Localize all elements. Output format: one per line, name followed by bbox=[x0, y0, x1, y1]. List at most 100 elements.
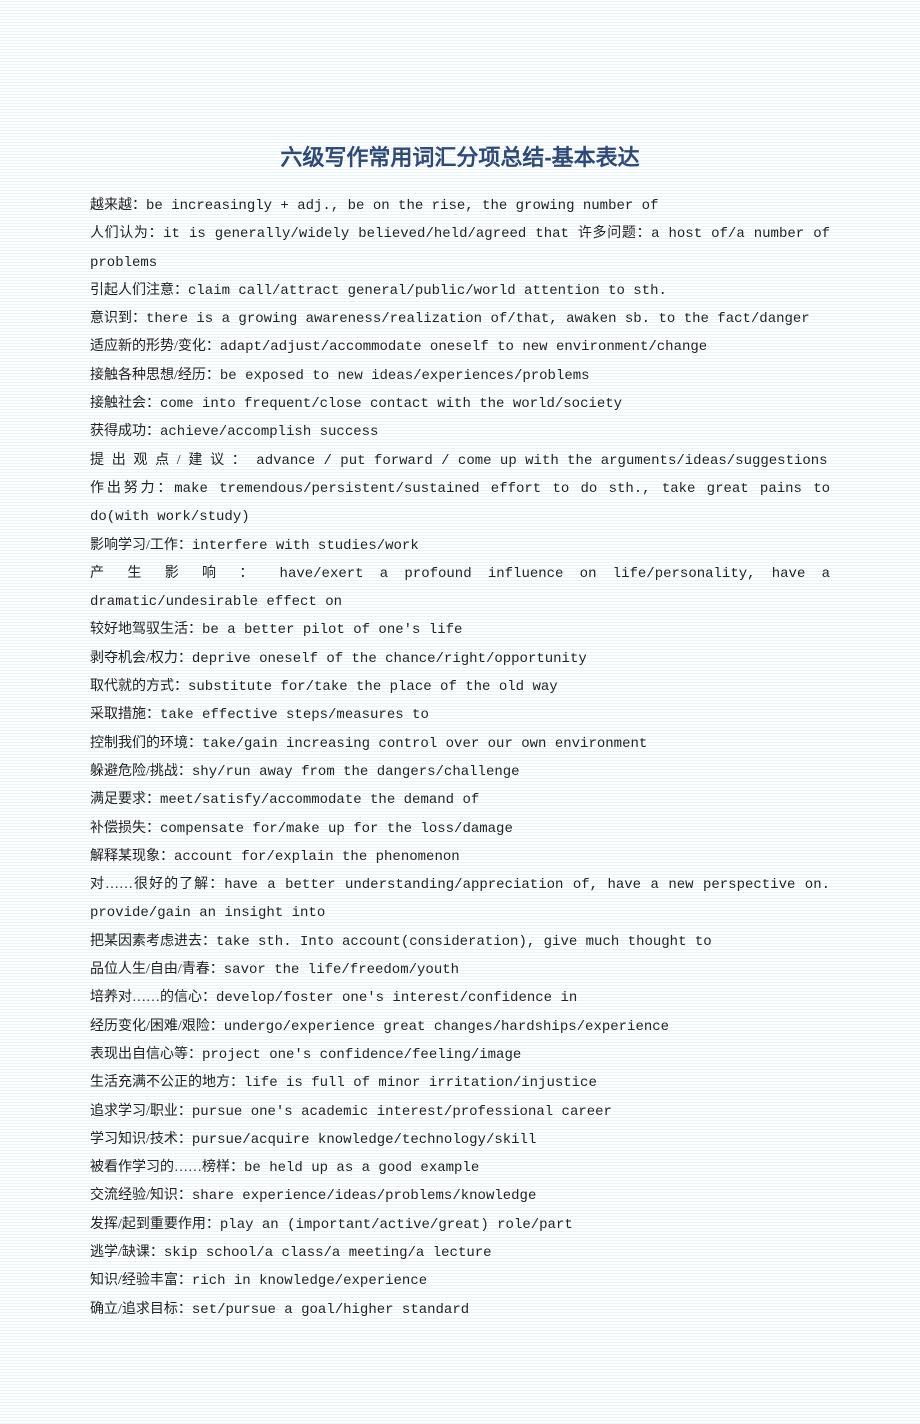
entry-english: rich in knowledge/experience bbox=[192, 1273, 427, 1289]
vocabulary-entry: 表现出自信心等：project one's confidence/feeling… bbox=[90, 1041, 830, 1069]
entry-english: pursue one's academic interest/professio… bbox=[192, 1104, 612, 1120]
entry-english: take effective steps/measures to bbox=[160, 707, 429, 723]
vocabulary-entry: 补偿损失：compensate for/make up for the loss… bbox=[90, 815, 830, 843]
entry-chinese: 把某因素考虑进去： bbox=[90, 934, 216, 949]
vocabulary-entry: 学习知识/技术：pursue/acquire knowledge/technol… bbox=[90, 1126, 830, 1154]
entry-chinese: 意识到： bbox=[90, 311, 146, 326]
entry-english: project one's confidence/feeling/image bbox=[202, 1047, 521, 1063]
entry-english: take sth. Into account(consideration), g… bbox=[216, 934, 712, 950]
entry-english: undergo/experience great changes/hardshi… bbox=[224, 1019, 669, 1035]
vocabulary-entry: 取代就的方式：substitute for/take the place of … bbox=[90, 673, 830, 701]
entry-chinese: 追求学习/职业： bbox=[90, 1104, 192, 1119]
entry-chinese: 生活充满不公正的地方： bbox=[90, 1075, 244, 1090]
vocabulary-entry: 提 出 观 点 / 建 议 ： advance / put forward / … bbox=[90, 447, 830, 475]
entry-chinese: 取代就的方式： bbox=[90, 679, 188, 694]
entry-english: set/pursue a goal/higher standard bbox=[192, 1302, 469, 1318]
entry-english: achieve/accomplish success bbox=[160, 424, 378, 440]
entry-chinese: 交流经验/知识： bbox=[90, 1188, 192, 1203]
vocabulary-entry: 交流经验/知识：share experience/ideas/problems/… bbox=[90, 1182, 830, 1210]
vocabulary-entry: 发挥/起到重要作用：play an (important/active/grea… bbox=[90, 1211, 830, 1239]
entries-list: 越来越：be increasingly + adj., be on the ri… bbox=[90, 192, 830, 1324]
document-page: 六级写作常用词汇分项总结-基本表达 越来越：be increasingly + … bbox=[0, 0, 920, 1424]
vocabulary-entry: 影响学习/工作：interfere with studies/work bbox=[90, 532, 830, 560]
entry-chinese: 较好地驾驭生活： bbox=[90, 622, 202, 637]
entry-chinese: 提 出 观 点 / 建 议 ： bbox=[90, 453, 248, 468]
entry-chinese: 发挥/起到重要作用： bbox=[90, 1217, 220, 1232]
entry-chinese: 接触各种思想/经历： bbox=[90, 368, 220, 383]
entry-english: meet/satisfy/accommodate the demand of bbox=[160, 792, 479, 808]
entry-english: develop/foster one's interest/confidence… bbox=[216, 990, 577, 1006]
entry-chinese: 品位人生/自由/青春： bbox=[90, 962, 224, 977]
entry-english: claim call/attract general/public/world … bbox=[188, 283, 667, 299]
entry-english: savor the life/freedom/youth bbox=[224, 962, 459, 978]
entry-english: deprive oneself of the chance/right/oppo… bbox=[192, 651, 587, 667]
page-title: 六级写作常用词汇分项总结-基本表达 bbox=[90, 140, 830, 172]
vocabulary-entry: 引起人们注意：claim call/attract general/public… bbox=[90, 277, 830, 305]
vocabulary-entry: 接触各种思想/经历：be exposed to new ideas/experi… bbox=[90, 362, 830, 390]
entry-chinese: 确立/追求目标： bbox=[90, 1302, 192, 1317]
vocabulary-entry: 较好地驾驭生活：be a better pilot of one's life bbox=[90, 616, 830, 644]
vocabulary-entry: 躲避危险/挑战：shy/run away from the dangers/ch… bbox=[90, 758, 830, 786]
vocabulary-entry: 控制我们的环境：take/gain increasing control ove… bbox=[90, 730, 830, 758]
entry-chinese: 越来越： bbox=[90, 198, 146, 213]
entry-english: be exposed to new ideas/experiences/prob… bbox=[220, 368, 590, 384]
vocabulary-entry: 知识/经验丰富：rich in knowledge/experience bbox=[90, 1267, 830, 1295]
vocabulary-entry: 越来越：be increasingly + adj., be on the ri… bbox=[90, 192, 830, 220]
entry-chinese: 躲避危险/挑战： bbox=[90, 764, 192, 779]
entry-english: adapt/adjust/accommodate oneself to new … bbox=[220, 339, 707, 355]
vocabulary-entry: 采取措施：take effective steps/measures to bbox=[90, 701, 830, 729]
vocabulary-entry: 被看作学习的……榜样：be held up as a good example bbox=[90, 1154, 830, 1182]
entry-english: it is generally/widely believed/held/agr… bbox=[90, 226, 830, 270]
entry-chinese: 培养对……的信心： bbox=[90, 990, 216, 1005]
entry-chinese: 采取措施： bbox=[90, 707, 160, 722]
vocabulary-entry: 培养对……的信心：develop/foster one's interest/c… bbox=[90, 984, 830, 1012]
entry-chinese: 产 生 影 响 ： bbox=[90, 566, 263, 581]
entry-chinese: 作出努力： bbox=[90, 481, 174, 496]
entry-english: take/gain increasing control over our ow… bbox=[202, 736, 647, 752]
vocabulary-entry: 人们认为：it is generally/widely believed/hel… bbox=[90, 220, 830, 277]
entry-chinese: 控制我们的环境： bbox=[90, 736, 202, 751]
entry-english: account for/explain the phenomenon bbox=[174, 849, 460, 865]
entry-english: skip school/a class/a meeting/a lecture bbox=[164, 1245, 492, 1261]
entry-english: there is a growing awareness/realization… bbox=[146, 311, 810, 327]
vocabulary-entry: 意识到：there is a growing awareness/realiza… bbox=[90, 305, 830, 333]
entry-english: shy/run away from the dangers/challenge bbox=[192, 764, 520, 780]
entry-chinese: 学习知识/技术： bbox=[90, 1132, 192, 1147]
entry-chinese: 知识/经验丰富： bbox=[90, 1273, 192, 1288]
vocabulary-entry: 适应新的形势/变化：adapt/adjust/accommodate onese… bbox=[90, 333, 830, 361]
vocabulary-entry: 剥夺机会/权力：deprive oneself of the chance/ri… bbox=[90, 645, 830, 673]
entry-chinese: 表现出自信心等： bbox=[90, 1047, 202, 1062]
entry-chinese: 获得成功： bbox=[90, 424, 160, 439]
entry-chinese: 引起人们注意： bbox=[90, 283, 188, 298]
entry-chinese: 补偿损失： bbox=[90, 821, 160, 836]
entry-chinese: 经历变化/困难/艰险： bbox=[90, 1019, 224, 1034]
vocabulary-entry: 追求学习/职业：pursue one's academic interest/p… bbox=[90, 1098, 830, 1126]
entry-chinese: 剥夺机会/权力： bbox=[90, 651, 192, 666]
entry-english: substitute for/take the place of the old… bbox=[188, 679, 558, 695]
vocabulary-entry: 产 生 影 响 ： have/exert a profound influenc… bbox=[90, 560, 830, 617]
entry-chinese: 人们认为： bbox=[90, 226, 163, 241]
entry-chinese: 逃学/缺课： bbox=[90, 1245, 164, 1260]
entry-english: life is full of minor irritation/injusti… bbox=[244, 1075, 597, 1091]
vocabulary-entry: 获得成功：achieve/accomplish success bbox=[90, 418, 830, 446]
entry-chinese: 被看作学习的……榜样： bbox=[90, 1160, 244, 1175]
entry-chinese: 适应新的形势/变化： bbox=[90, 339, 220, 354]
entry-english: be increasingly + adj., be on the rise, … bbox=[146, 198, 658, 214]
vocabulary-entry: 满足要求：meet/satisfy/accommodate the demand… bbox=[90, 786, 830, 814]
entry-chinese: 解释某现象： bbox=[90, 849, 174, 864]
vocabulary-entry: 品位人生/自由/青春：savor the life/freedom/youth bbox=[90, 956, 830, 984]
entry-chinese: 对……很好的了解： bbox=[90, 877, 224, 892]
entry-chinese: 影响学习/工作： bbox=[90, 538, 192, 553]
entry-english: come into frequent/close contact with th… bbox=[160, 396, 622, 412]
vocabulary-entry: 逃学/缺课：skip school/a class/a meeting/a le… bbox=[90, 1239, 830, 1267]
vocabulary-entry: 对……很好的了解：have a better understanding/app… bbox=[90, 871, 830, 928]
entry-chinese: 满足要求： bbox=[90, 792, 160, 807]
vocabulary-entry: 接触社会：come into frequent/close contact wi… bbox=[90, 390, 830, 418]
entry-english: be held up as a good example bbox=[244, 1160, 479, 1176]
entry-english: interfere with studies/work bbox=[192, 538, 419, 554]
entry-english: pursue/acquire knowledge/technology/skil… bbox=[192, 1132, 536, 1148]
entry-english: advance / put forward / come up with the… bbox=[248, 453, 828, 469]
vocabulary-entry: 作出努力：make tremendous/persistent/sustaine… bbox=[90, 475, 830, 532]
entry-english: make tremendous/persistent/sustained eff… bbox=[90, 481, 830, 525]
vocabulary-entry: 解释某现象：account for/explain the phenomenon bbox=[90, 843, 830, 871]
